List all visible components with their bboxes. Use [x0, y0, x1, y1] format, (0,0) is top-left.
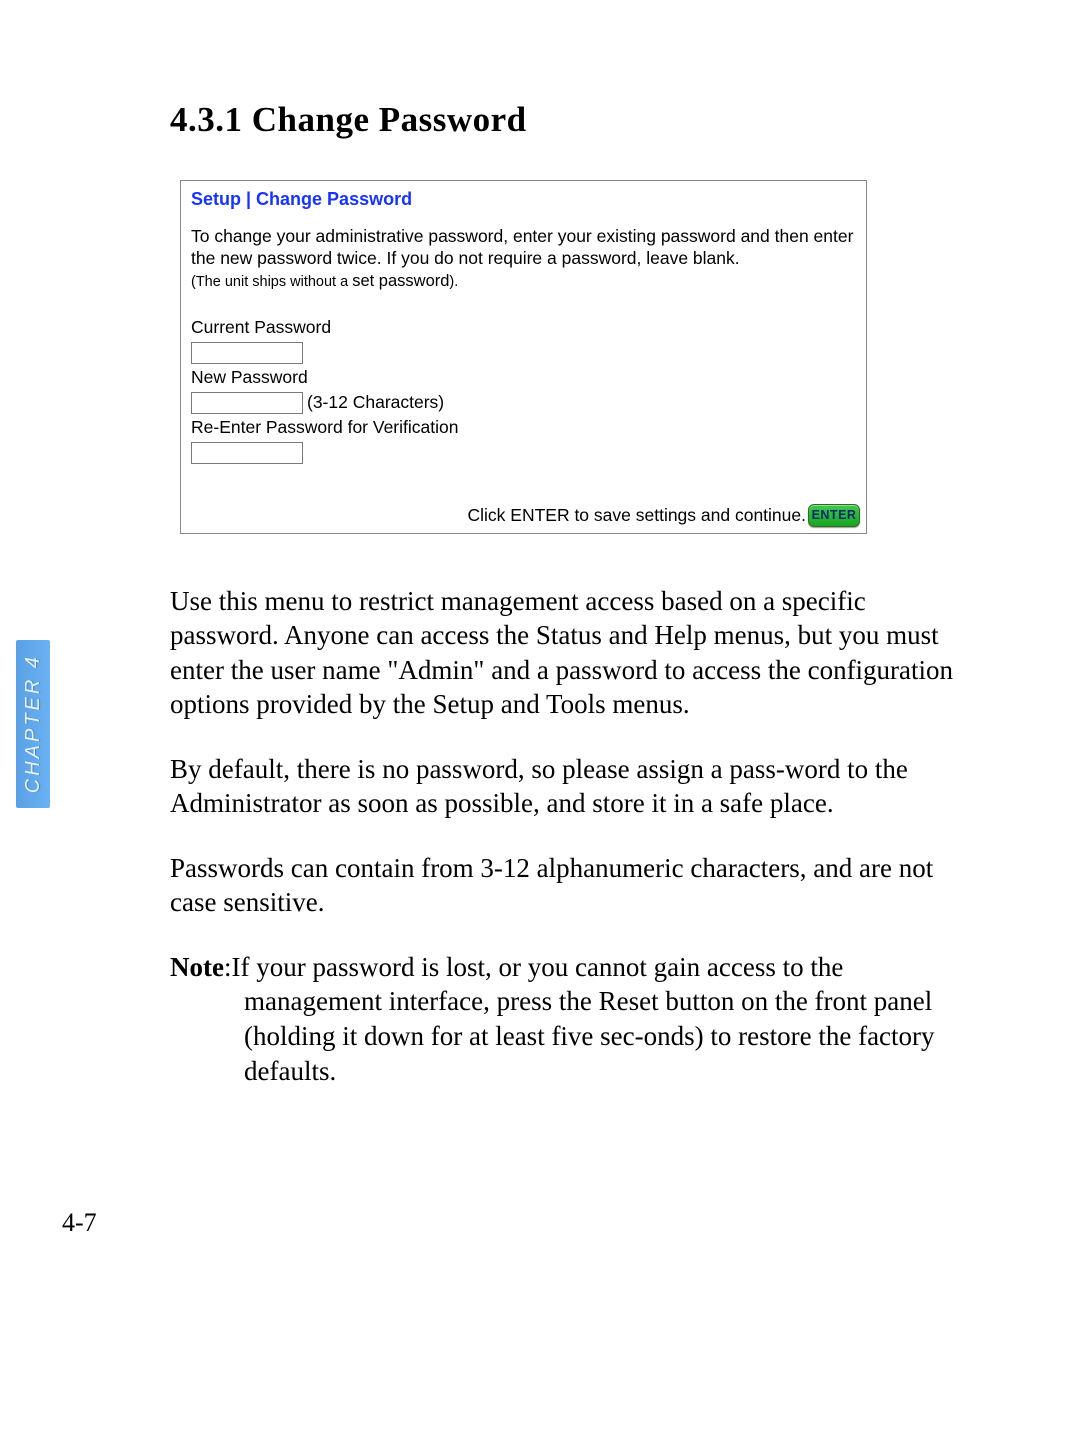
body-paragraph-3: Passwords can contain from 3-12 alphanum… — [170, 851, 970, 920]
chapter-tab-label: CHAPTER 4 — [22, 654, 45, 793]
section-heading: 4.3.1 Change Password — [170, 100, 970, 140]
panel-subdescription: (The unit ships without a set password). — [181, 270, 866, 307]
chapter-tab: CHAPTER 4 — [16, 640, 50, 808]
note-block: Note:If your password is lost, or you ca… — [170, 950, 970, 1088]
new-password-hint: (3-12 Characters) — [307, 392, 444, 412]
footer-hint: Click ENTER to save settings and continu… — [468, 505, 807, 526]
new-password-input[interactable] — [191, 392, 303, 414]
enter-button[interactable]: ENTER — [808, 504, 860, 527]
password-form: Current Password New Password (3-12 Char… — [181, 306, 866, 473]
current-password-label: Current Password — [191, 316, 856, 339]
reenter-password-input[interactable] — [191, 442, 303, 464]
section-number: 4.3.1 — [170, 100, 243, 139]
breadcrumb: Setup | Change Password — [181, 181, 866, 214]
note-label: Note — [170, 952, 224, 982]
body-paragraph-1: Use this menu to restrict management acc… — [170, 584, 970, 722]
note-text: :If your password is lost, or you cannot… — [224, 952, 935, 1086]
reenter-password-label: Re-Enter Password for Verification — [191, 416, 856, 439]
page-number: 4-7 — [62, 1208, 97, 1238]
new-password-label: New Password — [191, 366, 856, 389]
subdesc-code: set password — [352, 272, 449, 290]
change-password-panel: Setup | Change Password To change your a… — [180, 180, 867, 534]
document-page: 4.3.1 Change Password Setup | Change Pas… — [0, 0, 1080, 1178]
body-paragraph-2: By default, there is no password, so ple… — [170, 752, 970, 821]
subdesc-post: ). — [449, 274, 458, 290]
panel-description: To change your administrative password, … — [181, 214, 866, 270]
panel-footer: Click ENTER to save settings and continu… — [181, 474, 866, 533]
subdesc-pre: (The unit ships without a — [191, 274, 352, 290]
section-title-text: Change Password — [252, 100, 527, 139]
current-password-input[interactable] — [191, 342, 303, 364]
